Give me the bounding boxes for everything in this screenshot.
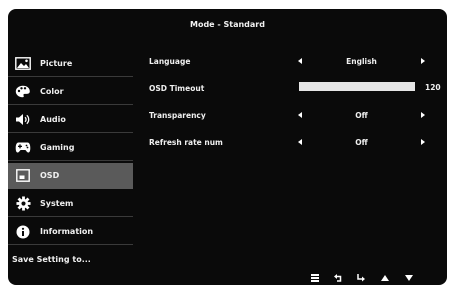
arrow-right-icon[interactable] (421, 112, 425, 118)
sidebar-item-system[interactable]: System (8, 191, 133, 217)
speaker-icon (15, 112, 31, 128)
language-row[interactable]: Language English (149, 53, 439, 80)
sidebar-item-color[interactable]: Color (8, 79, 133, 105)
transparency-label: Transparency (149, 111, 206, 120)
osd-menu: Mode - Standard Picture Color Audio Gami… (8, 9, 447, 285)
osd-timeout-slider[interactable] (299, 82, 415, 91)
enter-icon[interactable] (355, 273, 367, 283)
down-icon[interactable] (403, 273, 415, 283)
sidebar-item-label: Save Setting to... (12, 255, 91, 264)
back-icon[interactable] (332, 273, 344, 283)
osd-timeout-label: OSD Timeout (149, 84, 205, 93)
menu-icon[interactable] (309, 273, 321, 283)
sidebar-item-label: Gaming (40, 143, 75, 152)
sidebar-item-label: OSD (40, 171, 60, 180)
sidebar-item-label: Audio (40, 115, 66, 124)
picture-icon (15, 56, 31, 72)
language-value: English (346, 57, 377, 66)
sidebar-item-label: Picture (40, 59, 73, 68)
refresh-rate-num-label: Refresh rate num (149, 138, 223, 147)
osd-timeout-value: 120 (425, 83, 441, 92)
sidebar-item-osd[interactable]: OSD (8, 163, 133, 189)
up-icon[interactable] (379, 273, 391, 283)
info-icon (15, 224, 31, 240)
transparency-value: Off (355, 111, 368, 120)
sidebar-item-gaming[interactable]: Gaming (8, 135, 133, 161)
sidebar-item-label: System (40, 199, 74, 208)
arrow-right-icon[interactable] (421, 139, 425, 145)
gear-icon (15, 196, 31, 212)
arrow-left-icon[interactable] (298, 139, 302, 145)
osd-window-icon (15, 168, 31, 184)
sidebar-item-information[interactable]: Information (8, 219, 133, 245)
refresh-rate-num-value: Off (355, 138, 368, 147)
transparency-row[interactable]: Transparency Off (149, 107, 439, 134)
sidebar-item-label: Color (40, 87, 64, 96)
mode-title: Mode - Standard (190, 20, 265, 29)
sidebar-item-label: Information (40, 227, 94, 236)
osd-settings-panel: Language English OSD Timeout 120 Transpa… (149, 53, 441, 161)
slider-fill (299, 82, 415, 91)
language-label: Language (149, 57, 191, 66)
arrow-left-icon[interactable] (298, 112, 302, 118)
osd-timeout-row[interactable]: OSD Timeout 120 (149, 80, 441, 107)
sidebar-item-audio[interactable]: Audio (8, 107, 133, 133)
sidebar-item-picture[interactable]: Picture (8, 51, 133, 77)
arrow-left-icon[interactable] (298, 58, 302, 64)
arrow-right-icon[interactable] (421, 58, 425, 64)
sidebar: Picture Color Audio Gaming OSD System In… (8, 51, 133, 274)
palette-icon (15, 84, 31, 100)
refresh-rate-num-row[interactable]: Refresh rate num Off (149, 134, 439, 161)
sidebar-item-save-setting[interactable]: Save Setting to... (8, 247, 133, 272)
gamepad-icon (15, 140, 31, 156)
footer-button-bar (8, 271, 447, 285)
